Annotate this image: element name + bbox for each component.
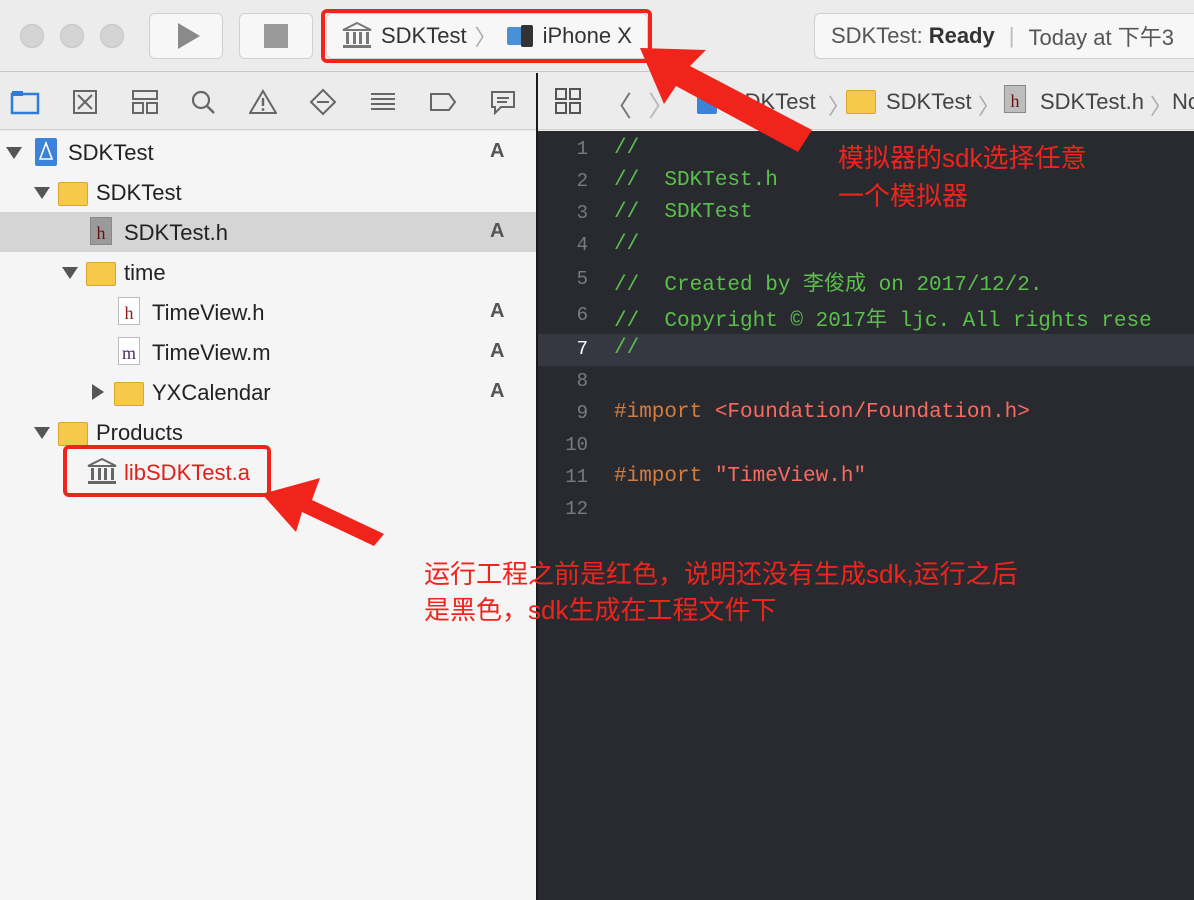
product-annotation-line2: 是黑色，sdk生成在工程文件下 [424, 595, 777, 625]
arrow-to-scheme-icon [640, 48, 812, 152]
simulator-annotation-line2: 一个模拟器 [838, 181, 969, 211]
simulator-annotation-line1: 模拟器的sdk选择任意 [838, 143, 1087, 173]
arrow-to-product-icon [262, 478, 384, 546]
annotation-arrows [262, 48, 812, 546]
product-annotation-line1: 运行工程之前是红色，说明还没有生成sdk,运行之后 [424, 559, 1018, 589]
